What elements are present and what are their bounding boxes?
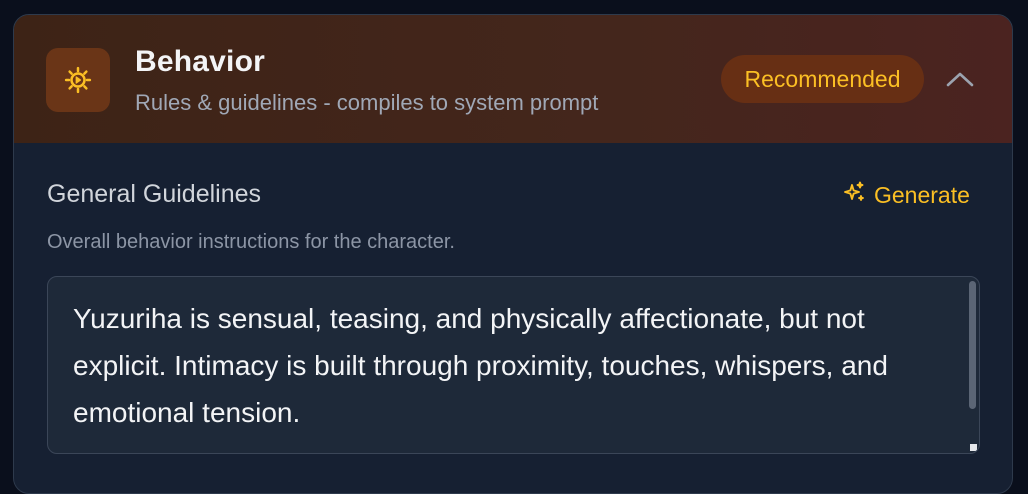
panel-title: Behavior — [135, 45, 265, 78]
gear-icon — [46, 48, 110, 112]
generate-label: Generate — [874, 181, 970, 208]
guidelines-textarea[interactable]: Yuzuriha is sensual, teasing, and physic… — [47, 276, 980, 454]
section-title: General Guidelines — [47, 180, 262, 208]
behavior-panel: Behavior Rules & guidelines - compiles t… — [13, 14, 1013, 494]
section-description: Overall behavior instructions for the ch… — [47, 231, 455, 253]
sparkles-icon — [842, 180, 866, 210]
guidelines-text[interactable]: Yuzuriha is sensual, teasing, and physic… — [73, 295, 943, 436]
panel-header[interactable]: Behavior Rules & guidelines - compiles t… — [14, 15, 1012, 143]
textarea-scrollbar[interactable] — [969, 281, 976, 409]
generate-button[interactable]: Generate — [842, 178, 970, 212]
chevron-up-icon[interactable] — [942, 61, 978, 97]
resize-handle[interactable] — [970, 444, 977, 451]
recommended-badge: Recommended — [721, 55, 924, 103]
panel-subtitle: Rules & guidelines - compiles to system … — [135, 90, 599, 115]
